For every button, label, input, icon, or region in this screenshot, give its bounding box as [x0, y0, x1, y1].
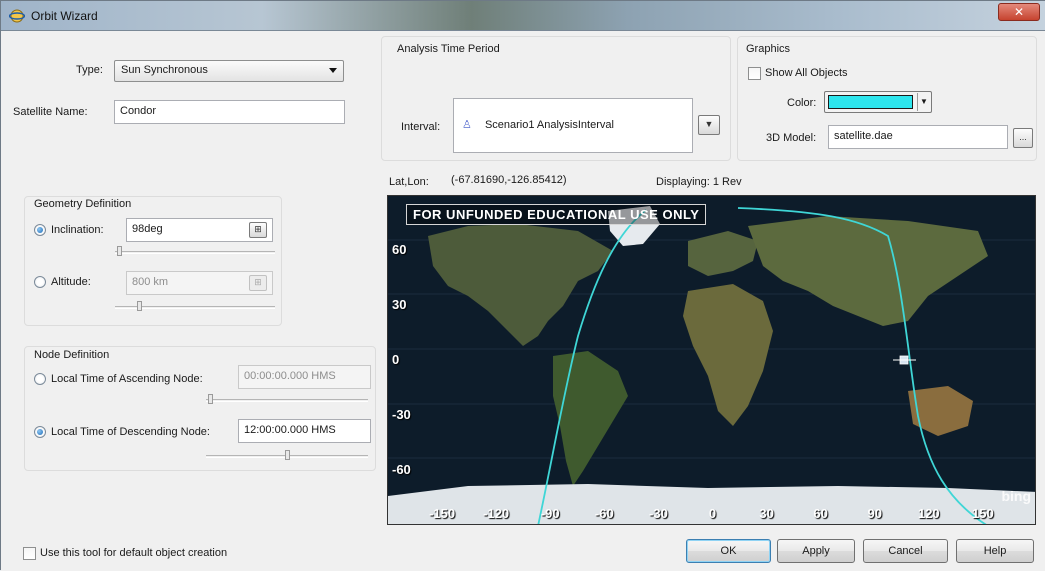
close-button[interactable]: ✕	[998, 3, 1040, 21]
latlon-value: (-67.81690,-126.85412)	[451, 174, 567, 186]
orbit-wizard-icon	[9, 9, 25, 23]
chevron-down-icon: ▼	[917, 93, 930, 111]
inclination-slider-track[interactable]	[115, 251, 275, 254]
ground-track-map[interactable]: FOR UNFUNDED EDUCATIONAL USE ONLY 60 30 0 -…	[387, 195, 1036, 525]
latlon-label: Lat,Lon:	[389, 176, 429, 188]
lon-tick: -30	[649, 506, 668, 521]
descending-node-slider-thumb[interactable]	[285, 450, 290, 460]
title-bar[interactable]: Orbit Wizard ✕	[1, 1, 1045, 31]
lon-tick: 0	[708, 506, 717, 521]
default-creation-label: Use this tool for default object creatio…	[40, 547, 228, 559]
show-all-objects-label: Show All Objects	[765, 67, 848, 79]
altitude-slider-thumb[interactable]	[137, 301, 142, 311]
descending-node-label: Local Time of Descending Node:	[51, 426, 210, 438]
lat-tick: 30	[392, 297, 407, 312]
descending-node-radio[interactable]	[34, 426, 46, 438]
apply-button[interactable]: Apply	[777, 539, 855, 563]
interval-label: Interval:	[401, 121, 441, 133]
interval-field[interactable]: ♙ Scenario1 AnalysisInterval	[453, 98, 693, 153]
type-label: Type:	[76, 64, 103, 76]
satellite-name-label: Satellite Name:	[13, 106, 88, 118]
lon-tick: 150	[972, 506, 994, 521]
altitude-radio[interactable]	[34, 276, 46, 288]
analysis-time-period-title: Analysis Time Period	[397, 43, 500, 55]
lon-tick: 30	[759, 506, 774, 521]
lat-tick: -30	[392, 407, 411, 422]
inclination-label: Inclination:	[51, 224, 104, 236]
close-icon: ✕	[1013, 5, 1025, 19]
node-definition-title: Node Definition	[34, 349, 110, 361]
lon-tick: -150	[429, 506, 456, 521]
lat-tick: -60	[392, 462, 411, 477]
interval-person-icon: ♙	[462, 119, 472, 131]
3d-model-input[interactable]: satellite.dae	[828, 125, 1008, 149]
inclination-radio[interactable]	[34, 224, 46, 236]
show-all-objects-checkbox[interactable]	[748, 67, 761, 80]
inclination-value: 98deg	[132, 223, 163, 235]
altitude-unit-button[interactable]: ⊞	[249, 275, 267, 291]
chevron-down-icon: ▼	[704, 119, 714, 129]
unit-icon: ⊞	[254, 224, 262, 234]
interval-dropdown-button[interactable]: ▼	[698, 115, 720, 135]
ascending-node-label: Local Time of Ascending Node:	[51, 373, 203, 385]
default-creation-checkbox[interactable]	[23, 547, 36, 560]
lon-tick: -60	[594, 506, 614, 521]
ascending-node-slider-track[interactable]	[206, 399, 368, 402]
lon-tick: 60	[813, 506, 828, 521]
lat-tick: 0	[392, 352, 400, 367]
3d-model-label: 3D Model:	[766, 132, 817, 144]
help-button[interactable]: Help	[956, 539, 1034, 563]
dialog-body: Type: Sun Synchronous Satellite Name: Co…	[1, 31, 1045, 571]
inclination-slider-thumb[interactable]	[117, 246, 122, 256]
color-label: Color:	[787, 97, 817, 109]
ascending-node-input[interactable]: 00:00:00.000 HMS	[238, 365, 371, 389]
type-value: Sun Synchronous	[121, 64, 208, 76]
graphics-title: Graphics	[746, 43, 791, 55]
descending-node-input[interactable]: 12:00:00.000 HMS	[238, 419, 371, 443]
ok-button[interactable]: OK	[686, 539, 771, 563]
watermark: FOR UNFUNDED EDUCATIONAL USE ONLY	[406, 204, 707, 225]
bing-logo: bing	[1001, 488, 1031, 504]
type-dropdown[interactable]: Sun Synchronous	[114, 60, 344, 82]
color-swatch	[828, 95, 913, 109]
ascending-node-radio[interactable]	[34, 373, 46, 385]
unit-icon: ⊞	[254, 277, 262, 287]
lon-tick: -120	[483, 506, 510, 521]
lon-tick: 120	[917, 506, 940, 521]
color-picker[interactable]: ▼	[824, 91, 932, 113]
ascending-node-slider-thumb[interactable]	[208, 394, 213, 404]
altitude-label: Altitude:	[51, 276, 91, 288]
world-map	[388, 196, 1035, 524]
window-title: Orbit Wizard	[31, 9, 98, 23]
orbit-wizard-window: Orbit Wizard ✕ Type: Sun Synchronous Sat…	[0, 0, 1045, 571]
displaying-revs: Displaying: 1 Rev	[656, 176, 742, 188]
inclination-unit-button[interactable]: ⊞	[249, 222, 267, 238]
cancel-button[interactable]: Cancel	[863, 539, 948, 563]
interval-value: Scenario1 AnalysisInterval	[484, 119, 614, 131]
altitude-value: 800 km	[132, 276, 169, 288]
lon-tick: 90	[867, 506, 882, 521]
lat-tick: 60	[392, 242, 407, 257]
lon-tick: -90	[540, 506, 560, 521]
geometry-definition-title: Geometry Definition	[34, 198, 132, 210]
chevron-down-icon	[329, 68, 337, 73]
satellite-name-input[interactable]: Condor	[114, 100, 345, 124]
browse-model-button[interactable]: ...	[1013, 128, 1033, 148]
